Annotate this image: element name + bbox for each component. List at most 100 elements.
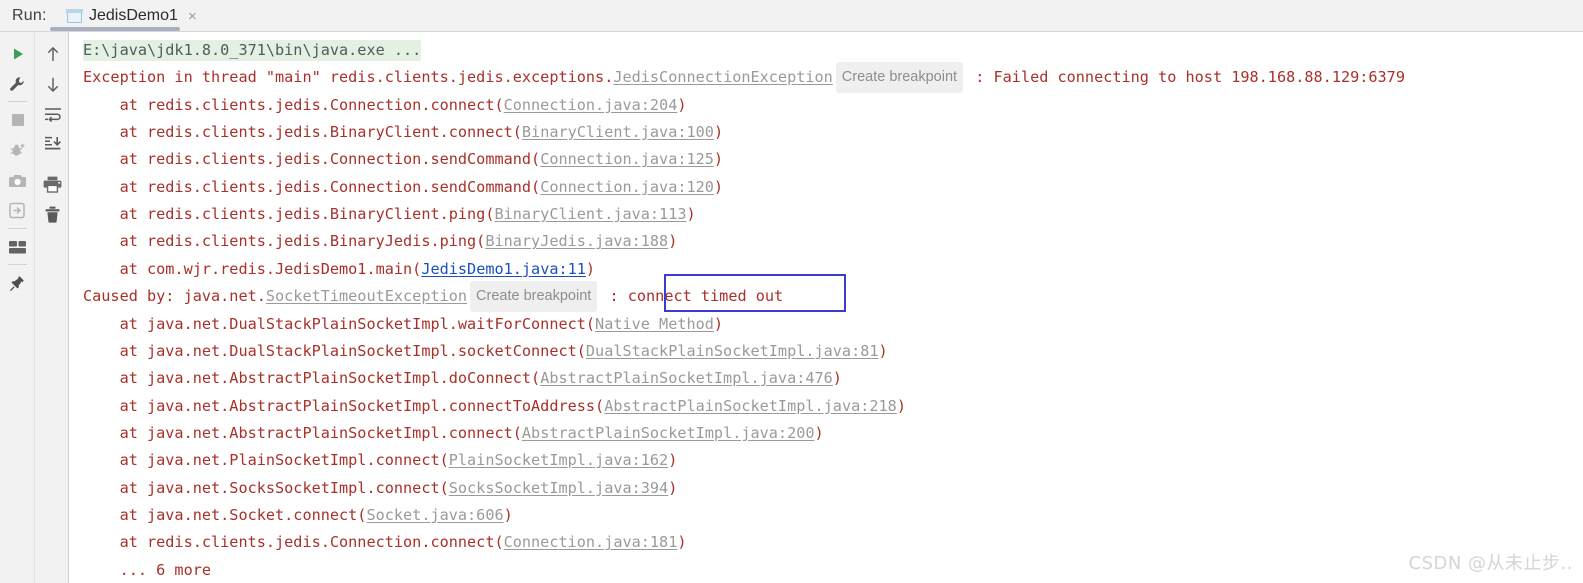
- source-link[interactable]: DualStackPlainSocketImpl.java:81: [586, 342, 879, 360]
- play-icon: [10, 46, 26, 62]
- pin-icon: [9, 275, 26, 292]
- exception-separator: :: [600, 287, 628, 306]
- create-breakpoint-badge[interactable]: Create breakpoint: [470, 281, 598, 313]
- toolbar-separator-3: [8, 264, 27, 265]
- console-line-stack-frame[interactable]: at redis.clients.jedis.BinaryClient.conn…: [83, 119, 724, 146]
- stack-frame-text: at redis.clients.jedis.BinaryClient.ping…: [83, 205, 495, 224]
- source-link[interactable]: Connection.java:204: [504, 96, 678, 114]
- source-link[interactable]: SocksSocketImpl.java:394: [449, 479, 668, 497]
- stack-frame-text: at java.net.DualStackPlainSocketImpl.soc…: [83, 341, 586, 360]
- screenshot-button[interactable]: [0, 165, 35, 195]
- exception-class-link[interactable]: SocketTimeoutException: [266, 283, 467, 310]
- console-line-more[interactable]: ... 6 more: [83, 557, 211, 583]
- console-line-stack-frame[interactable]: at java.net.AbstractPlainSocketImpl.conn…: [83, 420, 824, 447]
- window-icon: [66, 8, 83, 23]
- soft-wrap-button[interactable]: [35, 99, 70, 129]
- stack-frame-text: at redis.clients.jedis.BinaryJedis.ping(: [83, 232, 486, 251]
- source-link[interactable]: BinaryJedis.java:188: [485, 232, 668, 250]
- source-link[interactable]: Connection.java:181: [504, 533, 678, 551]
- source-link[interactable]: Native Method: [595, 315, 714, 333]
- arrow-down-icon: [45, 76, 61, 93]
- stop-button[interactable]: [0, 105, 35, 135]
- console-line-stack-frame[interactable]: at java.net.DualStackPlainSocketImpl.wai…: [83, 311, 724, 338]
- tab-label: JedisDemo1: [89, 7, 178, 24]
- console-line-stack-frame[interactable]: at redis.clients.jedis.Connection.connec…: [83, 529, 687, 556]
- stack-frame-text: at com.wjr.redis.JedisDemo1.main(: [83, 259, 422, 278]
- exception-message: Failed connecting to host 198.168.88.129…: [993, 68, 1405, 87]
- stack-frame-text: at redis.clients.jedis.Connection.sendCo…: [83, 150, 541, 169]
- source-link[interactable]: JedisDemo1.java:11: [421, 260, 586, 278]
- source-link[interactable]: AbstractPlainSocketImpl.java:218: [604, 397, 897, 415]
- stack-frame-suffix: ): [713, 177, 724, 196]
- scroll-end-button[interactable]: [35, 129, 70, 159]
- console-line-stack-frame[interactable]: at java.net.AbstractPlainSocketImpl.conn…: [83, 393, 906, 420]
- console-line-stack-frame[interactable]: at redis.clients.jedis.BinaryClient.ping…: [83, 201, 696, 228]
- console-output[interactable]: E:\java\jdk1.8.0_371\bin\java.exe ... Exc…: [69, 32, 1583, 583]
- soft-wrap-icon: [44, 107, 62, 122]
- stack-frame-suffix: ): [677, 533, 687, 552]
- stack-frame-text: at java.net.PlainSocketImpl.connect(: [83, 451, 449, 470]
- stack-frame-suffix: ): [686, 205, 696, 224]
- up-button[interactable]: [35, 39, 70, 69]
- source-link[interactable]: AbstractPlainSocketImpl.java:476: [540, 369, 833, 387]
- toolbar-separator-2: [8, 228, 27, 229]
- console-line-stack-frame[interactable]: at com.wjr.redis.JedisDemo1.main(JedisDe…: [83, 256, 596, 283]
- arrow-up-icon: [45, 46, 61, 63]
- console-line-stack-frame[interactable]: at java.net.SocksSocketImpl.connect(Sock…: [83, 475, 678, 502]
- more-frames-text: ... 6 more: [83, 560, 212, 579]
- console-line-stack-frame[interactable]: at redis.clients.jedis.Connection.sendCo…: [83, 174, 724, 201]
- rerun-button[interactable]: [0, 39, 35, 69]
- pin-button[interactable]: [0, 268, 35, 298]
- stack-frame-text: at java.net.AbstractPlainSocketImpl.conn…: [83, 396, 605, 415]
- print-icon: [43, 176, 62, 193]
- stack-frame-text: at redis.clients.jedis.BinaryClient.conn…: [83, 123, 522, 142]
- stack-frame-suffix: ): [668, 232, 678, 251]
- stack-frame-suffix: ): [896, 396, 906, 415]
- console-line-caused-by[interactable]: Caused by: java.net. SocketTimeoutExcepti…: [83, 281, 783, 313]
- source-link[interactable]: BinaryClient.java:100: [522, 123, 714, 141]
- settings-button[interactable]: [0, 69, 35, 99]
- console-line-stack-frame[interactable]: at redis.clients.jedis.BinaryJedis.ping(…: [83, 228, 678, 255]
- run-actions-toolbar: [0, 32, 35, 583]
- layout-grid-icon: [9, 240, 26, 254]
- run-tool-window-header: Run: JedisDemo1 ×: [0, 0, 1583, 32]
- source-link[interactable]: Connection.java:120: [540, 178, 714, 196]
- console-line-stack-frame[interactable]: at java.net.PlainSocketImpl.connect(Plai…: [83, 447, 678, 474]
- scroll-to-end-icon: [44, 136, 62, 152]
- layout-button[interactable]: [0, 232, 35, 262]
- export-button[interactable]: [0, 195, 35, 225]
- stop-square-icon: [11, 113, 25, 127]
- print-button[interactable]: [35, 169, 70, 199]
- stack-frame-text: at java.net.DualStackPlainSocketImpl.wai…: [83, 314, 596, 333]
- toolbar-separator-1: [8, 101, 27, 102]
- stack-frame-suffix: ): [503, 505, 513, 524]
- console-line-stack-frame[interactable]: at redis.clients.jedis.Connection.connec…: [83, 92, 687, 119]
- console-line-stack-frame[interactable]: at java.net.DualStackPlainSocketImpl.soc…: [83, 338, 888, 365]
- stack-frame-text: at redis.clients.jedis.Connection.connec…: [83, 95, 504, 114]
- exception-class-link[interactable]: JedisConnectionException: [613, 64, 832, 91]
- stack-frame-suffix: ): [668, 478, 678, 497]
- source-link[interactable]: PlainSocketImpl.java:162: [449, 451, 668, 469]
- down-button[interactable]: [35, 69, 70, 99]
- console-line-command[interactable]: E:\java\jdk1.8.0_371\bin\java.exe ...: [83, 37, 422, 64]
- camera-icon: [8, 173, 27, 188]
- command-line-text: E:\java\jdk1.8.0_371\bin\java.exe ...: [83, 40, 422, 61]
- console-line-stack-frame[interactable]: at redis.clients.jedis.Connection.sendCo…: [83, 146, 724, 173]
- create-breakpoint-badge[interactable]: Create breakpoint: [835, 62, 964, 94]
- clear-button[interactable]: [35, 199, 70, 229]
- stack-frame-text: at java.net.AbstractPlainSocketImpl.conn…: [83, 423, 522, 442]
- stack-frame-suffix: ): [677, 95, 687, 114]
- console-line-stack-frame[interactable]: at java.net.AbstractPlainSocketImpl.doCo…: [83, 365, 842, 392]
- console-line-stack-frame[interactable]: at java.net.Socket.connect(Socket.java:6…: [83, 502, 513, 529]
- source-link[interactable]: BinaryClient.java:113: [494, 205, 686, 223]
- close-icon[interactable]: ×: [185, 9, 197, 24]
- console-actions-toolbar: [35, 32, 70, 583]
- debug-button[interactable]: [0, 135, 35, 165]
- source-link[interactable]: AbstractPlainSocketImpl.java:200: [522, 424, 815, 442]
- exception-prefix: Caused by: java.net.: [83, 287, 266, 306]
- source-link[interactable]: Connection.java:125: [540, 150, 714, 168]
- stack-frame-text: at redis.clients.jedis.Connection.sendCo…: [83, 177, 541, 196]
- source-link[interactable]: Socket.java:606: [366, 506, 503, 524]
- console-line-exception[interactable]: Exception in thread "main" redis.clients…: [83, 62, 1405, 94]
- exception-prefix: Exception in thread "main" redis.clients…: [83, 68, 614, 87]
